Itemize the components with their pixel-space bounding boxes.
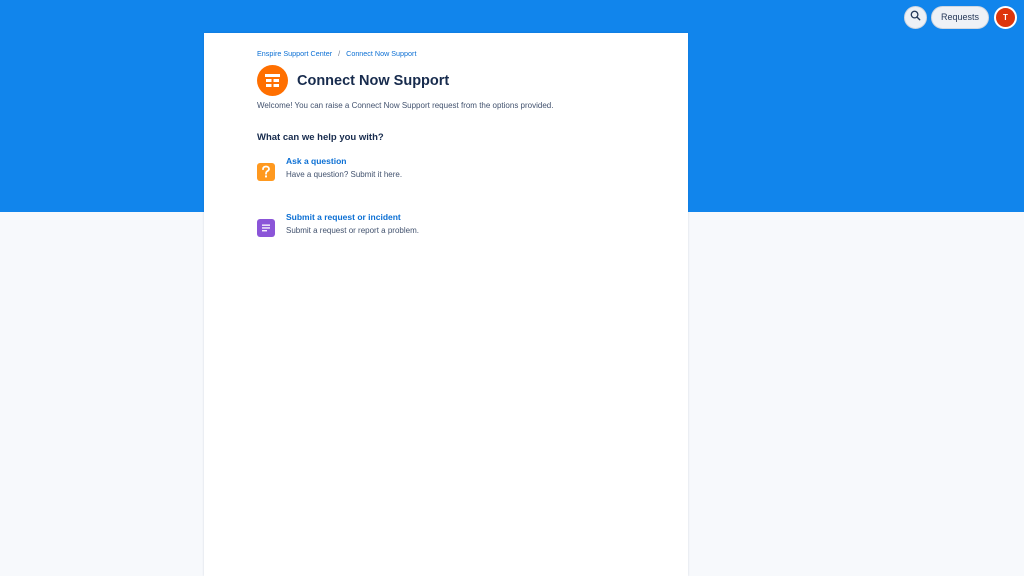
breadcrumb: Enspire Support Center / Connect Now Sup… bbox=[257, 49, 416, 58]
question-icon bbox=[257, 163, 275, 181]
search-icon bbox=[910, 8, 921, 26]
help-heading: What can we help you with? bbox=[257, 132, 384, 143]
option-description: Have a question? Submit it here. bbox=[286, 170, 403, 179]
portal-card: Enspire Support Center / Connect Now Sup… bbox=[204, 33, 688, 576]
document-icon bbox=[257, 219, 275, 237]
option-title[interactable]: Submit a request or incident bbox=[286, 212, 419, 223]
user-avatar[interactable]: T bbox=[994, 5, 1017, 29]
requests-button[interactable]: Requests bbox=[930, 5, 989, 29]
welcome-message: Welcome! You can raise a Connect Now Sup… bbox=[257, 101, 554, 110]
request-type-ask-question[interactable]: Ask a question Have a question? Submit i… bbox=[257, 156, 402, 181]
request-type-submit-request[interactable]: Submit a request or incident Submit a re… bbox=[257, 212, 419, 237]
option-title[interactable]: Ask a question bbox=[286, 156, 402, 167]
top-bar: Requests T bbox=[903, 5, 1017, 29]
breadcrumb-item-portal[interactable]: Connect Now Support bbox=[346, 49, 416, 58]
portal-header: Connect Now Support bbox=[257, 65, 449, 96]
breadcrumb-separator: / bbox=[338, 49, 341, 58]
option-text: Submit a request or incident Submit a re… bbox=[286, 212, 419, 237]
page-title: Connect Now Support bbox=[297, 72, 450, 89]
option-description: Submit a request or report a problem. bbox=[286, 226, 419, 235]
breadcrumb-item-help-center[interactable]: Enspire Support Center bbox=[257, 49, 332, 58]
option-text: Ask a question Have a question? Submit i… bbox=[286, 156, 402, 181]
search-button[interactable] bbox=[903, 5, 927, 29]
portal-logo-icon bbox=[257, 65, 288, 96]
